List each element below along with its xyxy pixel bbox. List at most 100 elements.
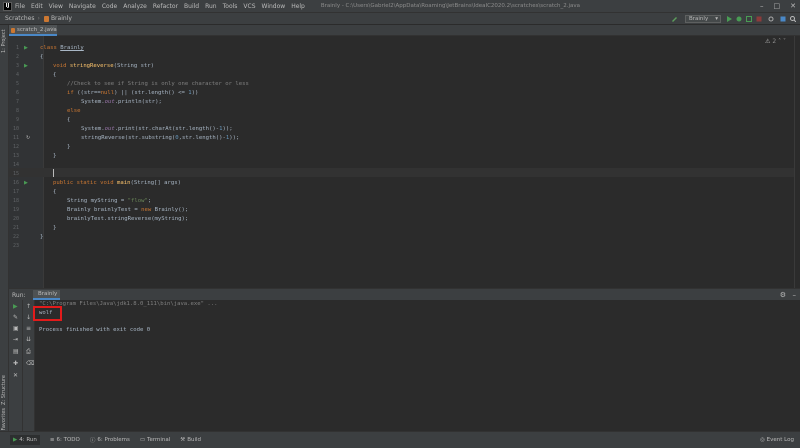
- run-gutter-icon[interactable]: ▶: [24, 45, 28, 51]
- scroll-up-icon[interactable]: ↑: [26, 303, 31, 310]
- line-number: 6: [15, 90, 19, 96]
- wrench-icon[interactable]: ✎: [13, 314, 18, 321]
- run-icon[interactable]: [726, 16, 732, 22]
- code-keyword: else: [67, 108, 81, 114]
- line-number: 3: [15, 63, 19, 69]
- tab-scratch-2[interactable]: scratch_2.java ×: [9, 25, 57, 36]
- maximize-icon[interactable]: □: [774, 2, 781, 10]
- run-toolbar: ▶ ✎ ▣ ⇥ ▤ ✚ ✕: [9, 300, 23, 431]
- minimize-icon[interactable]: –: [760, 2, 764, 10]
- line-number: 18: [12, 198, 19, 204]
- scroll-down-icon[interactable]: ↓: [26, 314, 31, 321]
- close-icon[interactable]: ✕: [790, 2, 796, 10]
- method-name: main: [117, 180, 131, 186]
- inspection-count: 2: [772, 38, 777, 45]
- code-line-10: System.out.print(str.charAt(str.length()…: [81, 126, 233, 132]
- code-editor[interactable]: 1 2 3 4 5 6 7 8 9 10 11 12 13 14 15 16 1…: [9, 36, 800, 288]
- hammer-icon[interactable]: [672, 16, 678, 22]
- menu-help[interactable]: Help: [291, 3, 305, 10]
- camera-icon[interactable]: ▣: [13, 325, 19, 332]
- code-field: out: [104, 126, 115, 132]
- code-line-19: brainlyTest.stringReverse(myString);: [67, 216, 189, 222]
- line-number: 8: [15, 108, 19, 114]
- code-text: ));: [229, 135, 240, 141]
- code-line-15: public static void main(String[] args): [53, 180, 181, 186]
- run-panel: ▶ ✎ ▣ ⇥ ▤ ✚ ✕ ↑ ↓ ≡ ⇊ ⎙ ⌫ "C:\Program Fi…: [9, 300, 800, 431]
- menu-run[interactable]: Run: [205, 3, 217, 10]
- code-keyword: class: [40, 45, 61, 51]
- project-tool-tab[interactable]: 1: Project: [1, 29, 7, 53]
- structure-tool-tab[interactable]: Z: Structure: [1, 375, 7, 405]
- code-text: Brainly brainlyTest =: [67, 207, 142, 213]
- menu-file[interactable]: File: [15, 3, 25, 10]
- hide-panel-icon[interactable]: –: [793, 291, 797, 299]
- run-icon: ▶: [13, 437, 18, 443]
- todo-tool-button[interactable]: ≡ 6: TODO: [50, 437, 80, 443]
- breadcrumb-class[interactable]: Brainly: [51, 15, 72, 22]
- inspection-widget[interactable]: ⚠ 2 ˄ ˅: [765, 38, 786, 45]
- stop-icon[interactable]: [756, 16, 762, 22]
- trash-icon[interactable]: ⌫: [26, 360, 34, 367]
- soft-wrap-icon[interactable]: ≡: [26, 325, 31, 332]
- editor-scrollbar[interactable]: [794, 36, 800, 288]
- code-string: "flow": [127, 198, 148, 204]
- breadcrumb-separator: ›: [37, 15, 40, 22]
- code-text: System.: [81, 126, 105, 132]
- menu-analyze[interactable]: Analyze: [123, 3, 147, 10]
- layout-icon[interactable]: ▤: [13, 348, 19, 355]
- close-icon[interactable]: ✕: [13, 372, 18, 379]
- run-configuration-select[interactable]: Brainly ▾: [685, 15, 721, 23]
- gear-icon[interactable]: ⚙: [780, 291, 786, 299]
- build-tool-button[interactable]: ⚒ Build: [180, 437, 201, 443]
- search-icon[interactable]: [790, 16, 796, 22]
- hammer-icon: ⚒: [180, 437, 186, 443]
- run-panel-header: Run: Brainly × ⚙ –: [9, 288, 800, 306]
- code-text: (String str): [113, 63, 155, 69]
- code-line-18: Brainly brainlyTest = new Brainly();: [67, 207, 188, 213]
- terminal-tool-label: Terminal: [147, 437, 171, 443]
- menu-navigate[interactable]: Navigate: [69, 3, 96, 10]
- exit-icon[interactable]: ⇥: [13, 336, 18, 343]
- terminal-tool-button[interactable]: ▭ Terminal: [140, 437, 170, 443]
- run-gutter-icon[interactable]: ▶: [24, 63, 28, 69]
- class-name: Brainly: [60, 45, 84, 51]
- close-tab-icon[interactable]: ×: [50, 25, 55, 35]
- menu-code[interactable]: Code: [102, 3, 117, 10]
- console-exit-message: Process finished with exit code 0: [39, 327, 151, 333]
- line-number: 12: [12, 144, 19, 150]
- menu-view[interactable]: View: [49, 3, 63, 10]
- menu-build[interactable]: Build: [184, 3, 199, 10]
- code-line-21: }: [40, 234, 44, 240]
- line-number: 23: [12, 243, 19, 249]
- code-text: ) || (str.length() <=: [114, 90, 189, 96]
- code-text: stringReverse(str.substring(: [81, 135, 176, 141]
- list-icon: ≡: [49, 437, 55, 443]
- current-line-highlight: [9, 168, 800, 177]
- event-log-button[interactable]: ◎ Event Log: [760, 437, 794, 443]
- menu-vcs[interactable]: VCS: [243, 3, 255, 10]
- settings-icon[interactable]: [768, 16, 774, 22]
- run-tool-button[interactable]: ▶ 4: Run: [10, 435, 40, 445]
- menu-window[interactable]: Window: [262, 3, 286, 10]
- problems-tool-button[interactable]: ⓘ 6: Problems: [90, 436, 130, 444]
- menu-refactor[interactable]: Refactor: [153, 3, 178, 10]
- debug-icon[interactable]: [736, 16, 742, 22]
- event-log-icon: ◎: [760, 437, 765, 443]
- coverage-icon[interactable]: [746, 16, 752, 22]
- todo-tool-label: 6: TODO: [56, 437, 80, 443]
- line-number: 21: [12, 225, 19, 231]
- scroll-to-end-icon[interactable]: ⇊: [26, 336, 31, 343]
- code-text: ;: [147, 198, 152, 204]
- run-tab-brainly[interactable]: Brainly ×: [33, 290, 60, 306]
- breadcrumb-scratches[interactable]: Scratches: [5, 15, 35, 22]
- pin-icon[interactable]: ✚: [13, 360, 18, 367]
- code-text: .println(str);: [114, 99, 162, 105]
- menu-edit[interactable]: Edit: [31, 3, 43, 10]
- rerun-icon[interactable]: ▶: [13, 303, 18, 310]
- line-number: 7: [15, 99, 19, 105]
- project-structure-icon[interactable]: [780, 16, 786, 22]
- run-gutter-icon[interactable]: ▶: [24, 180, 28, 186]
- line-number: 13: [12, 153, 19, 159]
- print-icon[interactable]: ⎙: [26, 348, 31, 356]
- menu-tools[interactable]: Tools: [223, 3, 238, 10]
